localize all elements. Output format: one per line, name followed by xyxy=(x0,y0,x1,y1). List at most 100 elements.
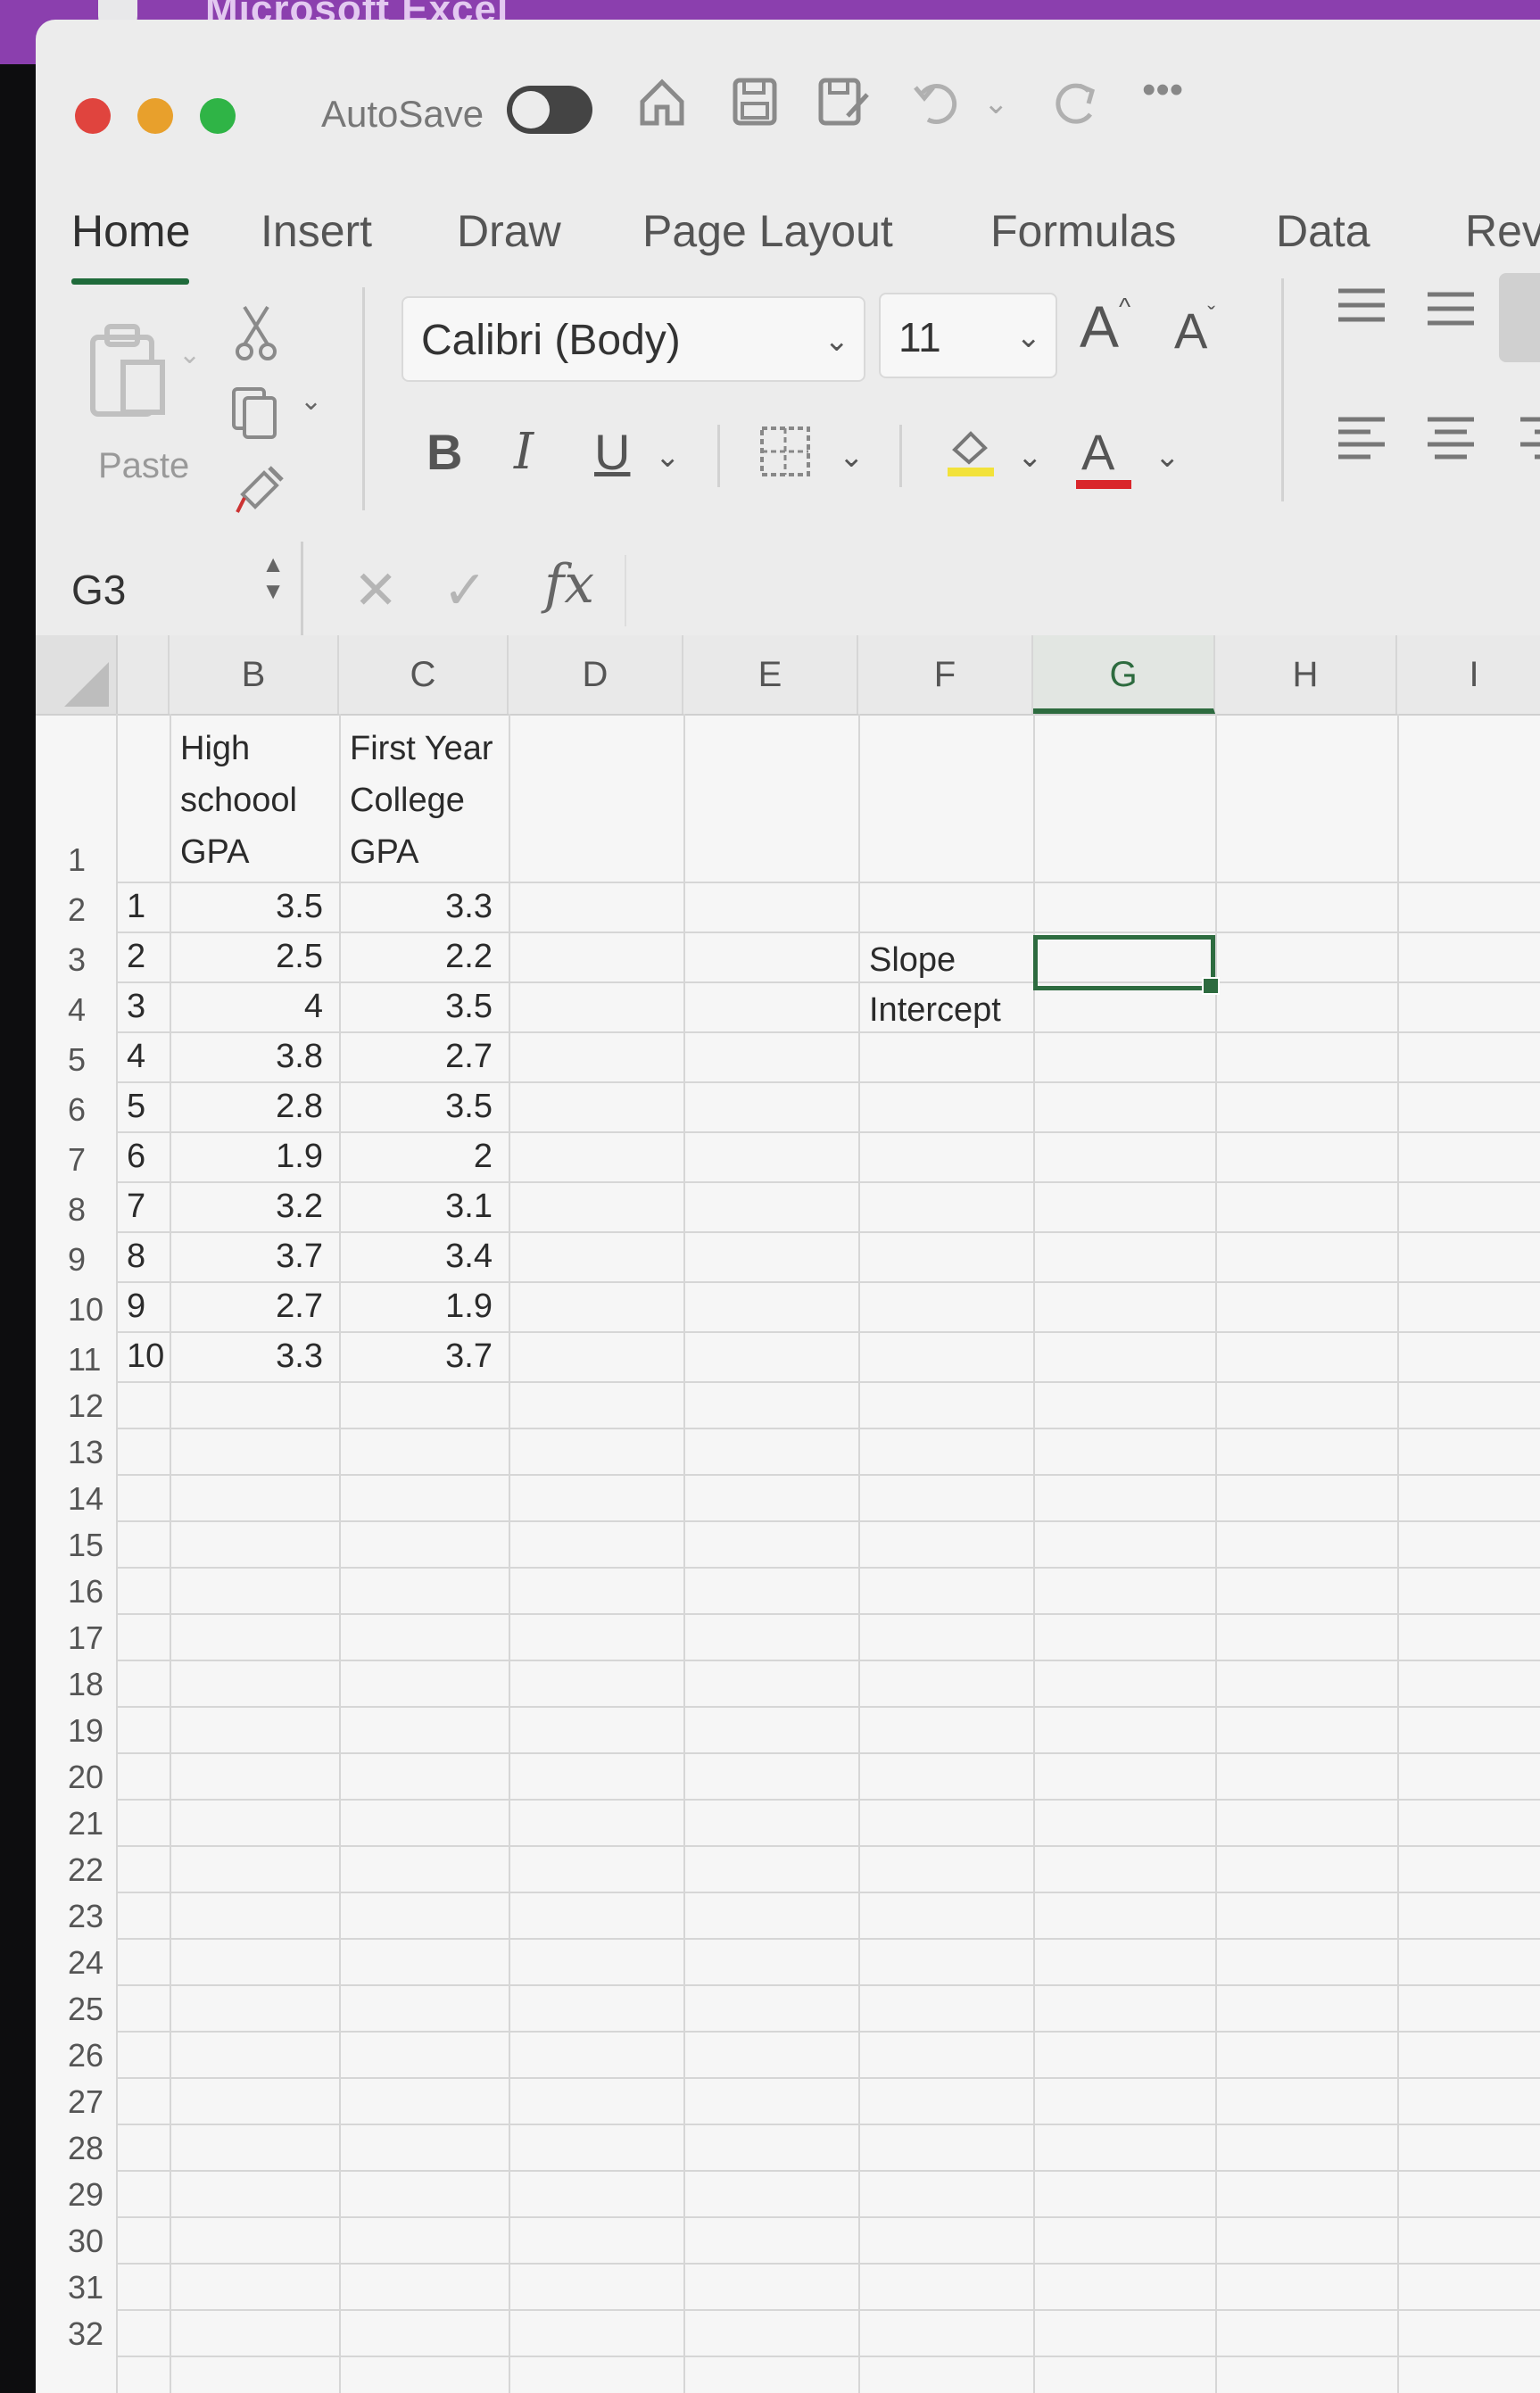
column-header-h[interactable]: H xyxy=(1215,635,1397,714)
row-header[interactable]: 29 xyxy=(36,2175,116,2215)
cell-college-gpa[interactable]: 2 xyxy=(339,1131,509,1181)
cell-high-school-gpa[interactable]: 1.9 xyxy=(170,1131,339,1181)
row-header[interactable]: 3 xyxy=(36,940,116,980)
column-header-i[interactable]: I xyxy=(1397,635,1540,714)
name-box[interactable]: G3 ▲ ▼ xyxy=(36,542,303,638)
cell-high-school-gpa[interactable]: 3.8 xyxy=(170,1031,339,1081)
column-header-b[interactable]: B xyxy=(170,635,339,714)
cell-index[interactable]: 1 xyxy=(116,882,170,932)
cell-index[interactable]: 2 xyxy=(116,932,170,981)
copy-dropdown-icon[interactable]: ⌄ xyxy=(300,385,322,417)
font-color-button[interactable]: A xyxy=(1076,423,1131,489)
row-header[interactable]: 17 xyxy=(36,1619,116,1658)
shrink-font-button[interactable]: Aˇ xyxy=(1174,302,1215,360)
cell-index[interactable]: 5 xyxy=(116,1081,170,1131)
row-header[interactable]: 19 xyxy=(36,1711,116,1751)
row-header[interactable]: 18 xyxy=(36,1665,116,1704)
borders-icon[interactable] xyxy=(757,423,814,492)
row-header[interactable]: 25 xyxy=(36,1990,116,2029)
close-window-button[interactable] xyxy=(75,98,111,134)
align-right-icon[interactable] xyxy=(1517,412,1540,477)
row-header[interactable]: 20 xyxy=(36,1758,116,1797)
tab-data[interactable]: Data xyxy=(1276,205,1370,257)
fill-handle[interactable] xyxy=(1202,977,1220,995)
grow-font-button[interactable]: A^ xyxy=(1080,293,1130,360)
select-all-button[interactable] xyxy=(36,635,118,714)
cut-icon[interactable] xyxy=(232,303,280,374)
font-size-select[interactable]: 11 ⌄ xyxy=(879,293,1057,378)
cell-index[interactable]: 4 xyxy=(116,1031,170,1081)
row-header[interactable]: 8 xyxy=(36,1190,116,1230)
cell-index[interactable]: 10 xyxy=(116,1331,170,1381)
row-header[interactable]: 16 xyxy=(36,1572,116,1611)
row-header[interactable]: 28 xyxy=(36,2129,116,2168)
cell-index[interactable]: 6 xyxy=(116,1131,170,1181)
paste-icon[interactable] xyxy=(87,321,171,419)
insert-function-icon[interactable]: fx xyxy=(544,553,594,616)
cell-college-gpa[interactable]: 3.1 xyxy=(339,1181,509,1231)
cell-high-school-gpa[interactable]: 3.5 xyxy=(170,882,339,932)
redo-icon[interactable] xyxy=(1046,75,1103,141)
row-header[interactable]: 11 xyxy=(36,1340,116,1379)
row-header[interactable]: 4 xyxy=(36,990,116,1030)
italic-button[interactable]: I xyxy=(514,423,534,481)
row-header[interactable]: 12 xyxy=(36,1387,116,1426)
formula-input[interactable] xyxy=(625,555,1540,626)
row-header[interactable]: 2 xyxy=(36,890,116,930)
cell-high-school-gpa[interactable]: 2.8 xyxy=(170,1081,339,1131)
cell-f3-slope[interactable]: Slope xyxy=(858,935,1033,985)
row-header[interactable]: 30 xyxy=(36,2222,116,2261)
tab-page-layout[interactable]: Page Layout xyxy=(642,205,893,257)
cell-high-school-gpa[interactable]: 3.2 xyxy=(170,1181,339,1231)
cell-college-gpa[interactable]: 3.4 xyxy=(339,1231,509,1281)
tab-formulas[interactable]: Formulas xyxy=(990,205,1176,257)
zoom-window-button[interactable] xyxy=(200,98,236,134)
fill-color-dropdown-icon[interactable]: ⌄ xyxy=(1017,439,1043,475)
autosave-toggle[interactable] xyxy=(507,86,592,134)
align-center-icon[interactable] xyxy=(1424,412,1478,477)
worksheet-grid[interactable]: B C D E F G H I High schoool GPA First Y… xyxy=(36,635,1540,2393)
selected-cell-g3[interactable] xyxy=(1033,935,1220,995)
cell-high-school-gpa[interactable]: 2.5 xyxy=(170,932,339,981)
format-painter-icon[interactable] xyxy=(234,462,287,527)
row-header[interactable]: 10 xyxy=(36,1290,116,1329)
tab-home[interactable]: Home xyxy=(71,205,190,257)
cell-f4-intercept[interactable]: Intercept xyxy=(858,985,1033,1035)
cell-index[interactable]: 9 xyxy=(116,1281,170,1331)
column-header-a[interactable] xyxy=(116,635,170,714)
row-header[interactable]: 9 xyxy=(36,1240,116,1279)
tab-insert[interactable]: Insert xyxy=(261,205,372,257)
row-header[interactable]: 23 xyxy=(36,1897,116,1936)
row-header[interactable]: 1 xyxy=(36,840,116,880)
cell-index[interactable]: 7 xyxy=(116,1181,170,1231)
minimize-window-button[interactable] xyxy=(137,98,173,134)
row-header[interactable]: 13 xyxy=(36,1433,116,1472)
more-options-icon[interactable]: ••• xyxy=(1142,68,1183,112)
align-bottom-button[interactable] xyxy=(1499,273,1540,362)
save-icon[interactable] xyxy=(728,75,782,141)
row-header[interactable]: 31 xyxy=(36,2268,116,2307)
row-header[interactable]: 15 xyxy=(36,1526,116,1565)
row-header[interactable]: 6 xyxy=(36,1090,116,1130)
row-header[interactable]: 27 xyxy=(36,2082,116,2122)
bold-button[interactable]: B xyxy=(426,423,462,481)
cell-high-school-gpa[interactable]: 3.7 xyxy=(170,1231,339,1281)
undo-dropdown-icon[interactable]: ⌄ xyxy=(983,86,1009,121)
confirm-formula-icon[interactable]: ✓ xyxy=(443,559,487,622)
column-header-e[interactable]: E xyxy=(683,635,858,714)
underline-button[interactable]: U xyxy=(594,423,630,481)
tab-draw[interactable]: Draw xyxy=(457,205,561,257)
underline-dropdown-icon[interactable]: ⌄ xyxy=(655,439,681,475)
save-as-icon[interactable] xyxy=(816,75,873,141)
column-header-d[interactable]: D xyxy=(509,635,683,714)
undo-icon[interactable] xyxy=(910,75,967,141)
cell-c1[interactable]: First Year College GPA xyxy=(350,723,493,878)
align-left-icon[interactable] xyxy=(1335,412,1388,477)
cell-college-gpa[interactable]: 3.5 xyxy=(339,1081,509,1131)
cell-high-school-gpa[interactable]: 4 xyxy=(170,981,339,1031)
font-color-dropdown-icon[interactable]: ⌄ xyxy=(1155,439,1180,475)
cell-college-gpa[interactable]: 1.9 xyxy=(339,1281,509,1331)
column-header-f[interactable]: F xyxy=(858,635,1033,714)
cell-index[interactable]: 3 xyxy=(116,981,170,1031)
paste-dropdown-icon[interactable]: ⌄ xyxy=(178,339,201,370)
